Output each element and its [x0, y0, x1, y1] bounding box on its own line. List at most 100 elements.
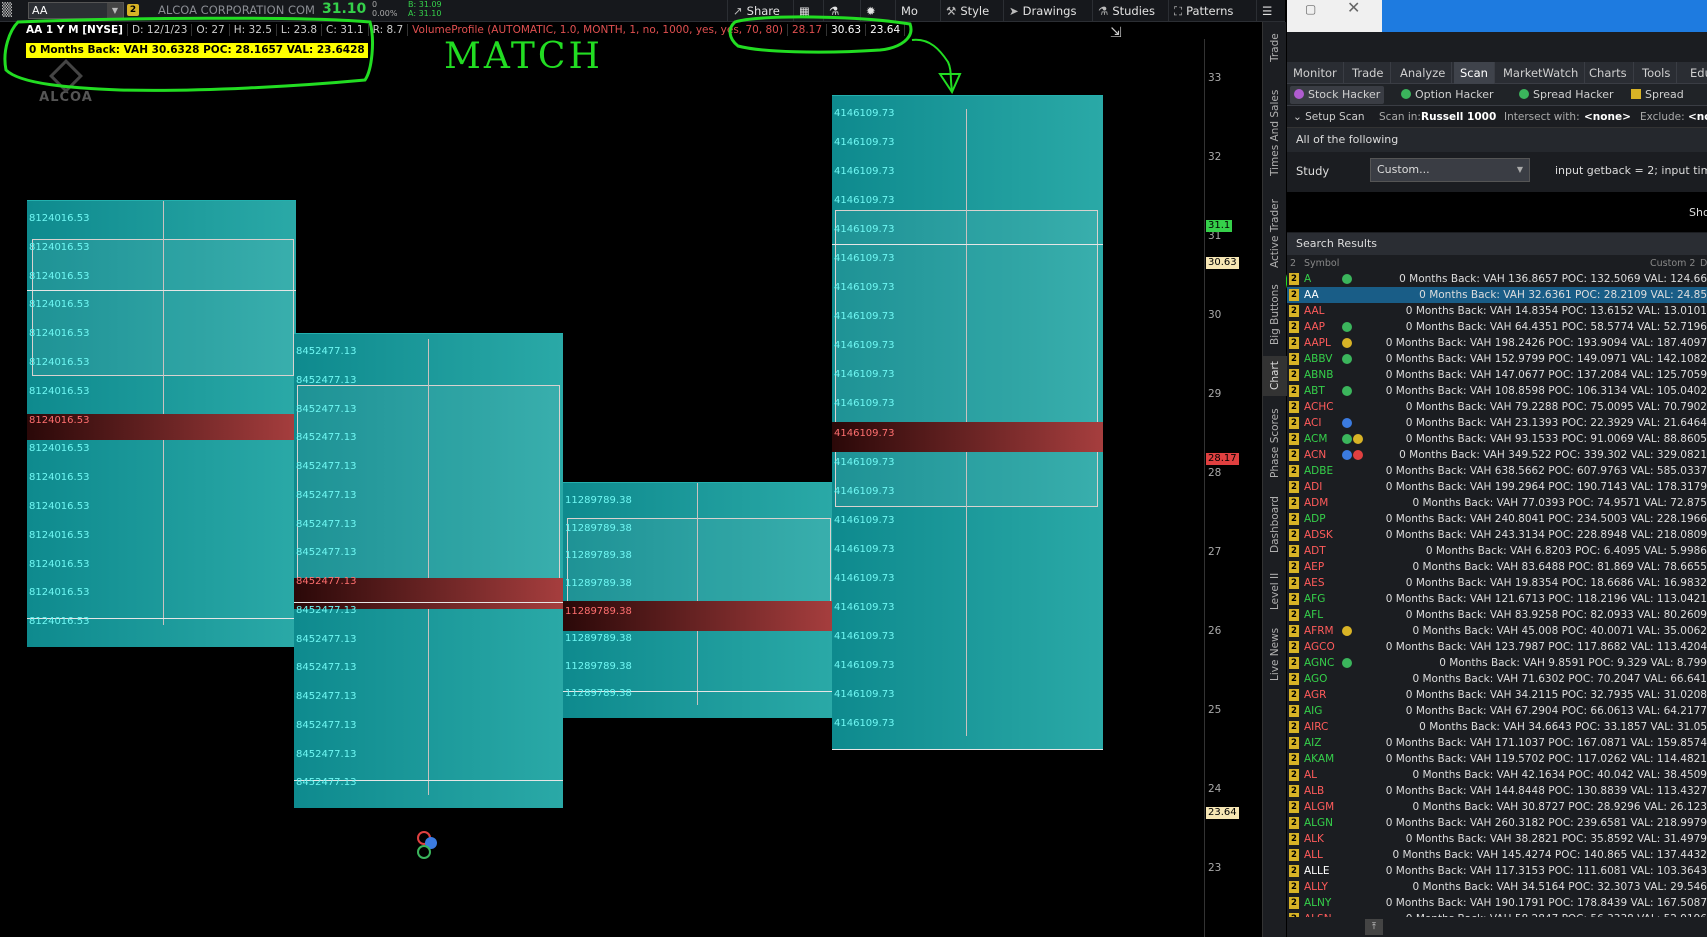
result-symbol[interactable]: ACM [1304, 431, 1327, 447]
result-row[interactable]: 2 AAPL 0 Months Back: VAH 198.2426 POC: 19… [1287, 335, 1707, 351]
result-row[interactable]: 2 ALB 0 Months Back: VAH 144.8448 POC: 130… [1287, 783, 1707, 799]
link-badge[interactable]: 2 [1289, 625, 1299, 637]
result-symbol[interactable]: ALLE [1304, 863, 1330, 879]
result-symbol[interactable]: AES [1304, 575, 1324, 591]
link-badge[interactable]: 2 [1289, 753, 1299, 765]
result-symbol[interactable]: ACI [1304, 415, 1321, 431]
result-symbol[interactable]: AIZ [1304, 735, 1321, 751]
scroll-top-icon[interactable]: ⤒ [1365, 919, 1383, 935]
result-row[interactable]: 2 AKAM 0 Months Back: VAH 119.5702 POC: 11… [1287, 751, 1707, 767]
result-row[interactable]: 2 ADBE 0 Months Back: VAH 638.5662 POC: 60… [1287, 463, 1707, 479]
side-tab-trade[interactable]: Trade [1263, 28, 1287, 68]
result-row[interactable]: 2 AES 0 Months Back: VAH 19.8354 POC: 18.6… [1287, 575, 1707, 591]
link-badge[interactable]: 2 [1289, 337, 1299, 349]
result-row[interactable]: 2 AGO 0 Months Back: VAH 71.6302 POC: 70.2… [1287, 671, 1707, 687]
result-symbol[interactable]: ALGM [1304, 799, 1334, 815]
link-badge[interactable]: 2 [1289, 529, 1299, 541]
result-symbol[interactable]: ALLY [1304, 879, 1328, 895]
result-symbol[interactable]: ALNY [1304, 895, 1331, 911]
result-row[interactable]: 2 AEP 0 Months Back: VAH 83.6488 POC: 81.8… [1287, 559, 1707, 575]
setup-scan-button[interactable]: ⌄ Setup Scan [1293, 106, 1365, 128]
result-symbol[interactable]: ADBE [1304, 463, 1333, 479]
result-symbol[interactable]: AAPL [1304, 335, 1331, 351]
result-row[interactable]: 2 ABBV 0 Months Back: VAH 152.9799 POC: 14… [1287, 351, 1707, 367]
link-badge[interactable]: 2 [1289, 705, 1299, 717]
result-symbol[interactable]: ACN [1304, 447, 1326, 463]
result-row[interactable]: 2 ADSK 0 Months Back: VAH 243.3134 POC: 22… [1287, 527, 1707, 543]
result-row[interactable]: 2 ADT 0 Months Back: VAH 6.8203 POC: 6.409… [1287, 543, 1707, 559]
link-badge[interactable]: 2 [1289, 353, 1299, 365]
result-row[interactable]: 2 AFRM 0 Months Back: VAH 45.008 POC: 40.0… [1287, 623, 1707, 639]
result-row[interactable]: 2 AGCO 0 Months Back: VAH 123.7987 POC: 11… [1287, 639, 1707, 655]
link-badge[interactable]: 2 [1289, 817, 1299, 829]
result-row[interactable]: 2 ABNB 0 Months Back: VAH 147.0677 POC: 13… [1287, 367, 1707, 383]
result-row[interactable]: 2 AFL 0 Months Back: VAH 83.9258 POC: 82.0… [1287, 607, 1707, 623]
result-row[interactable]: 2 ACI 0 Months Back: VAH 23.1393 POC: 22.3… [1287, 415, 1707, 431]
result-symbol[interactable]: AAP [1304, 319, 1325, 335]
result-symbol[interactable]: A [1304, 271, 1311, 287]
result-row[interactable]: 2A 0 Months Back: VAH 136.8657 POC: 132.5… [1287, 271, 1707, 287]
result-symbol[interactable]: ALB [1304, 783, 1324, 799]
link-badge[interactable]: 2 [1289, 433, 1299, 445]
event-badge-icon[interactable] [1342, 418, 1352, 428]
option-hacker-tab[interactable]: Option Hacker [1397, 86, 1498, 104]
spread-book-tab[interactable]: Spread Boo [1627, 86, 1707, 119]
link-badge[interactable]: 2 [1289, 465, 1299, 477]
result-symbol[interactable]: AIG [1304, 703, 1322, 719]
link-badge[interactable]: 2 [1289, 385, 1299, 397]
result-row[interactable]: 2 ALLY 0 Months Back: VAH 34.5164 POC: 32.… [1287, 879, 1707, 895]
column-link[interactable]: 2 [1290, 257, 1296, 271]
link-badge[interactable]: 2 [1289, 689, 1299, 701]
link-badge[interactable]: 2 [1289, 561, 1299, 573]
side-tab-active-trader[interactable]: Active Trader [1263, 194, 1287, 274]
spread-hacker-tab[interactable]: Spread Hacker [1515, 86, 1618, 104]
link-badge[interactable]: 2 [1289, 577, 1299, 589]
result-symbol[interactable]: ALL [1304, 847, 1323, 863]
event-badge-icon[interactable] [1342, 386, 1352, 396]
result-symbol[interactable]: ACHC [1304, 399, 1334, 415]
intersect-select[interactable]: <none> [1584, 106, 1631, 128]
link-badge[interactable]: 2 [1289, 545, 1299, 557]
link-badge[interactable]: 2 [1289, 721, 1299, 733]
result-row[interactable]: 2 ACM 0 Months Back: VAH 93.1533 POC: 91.0… [1287, 431, 1707, 447]
result-row[interactable]: 2 AFG 0 Months Back: VAH 121.6713 POC: 118… [1287, 591, 1707, 607]
link-badge[interactable]: 2 [1289, 881, 1299, 893]
link-badge[interactable]: 2 [1289, 609, 1299, 621]
event-badge-icon[interactable] [1342, 322, 1352, 332]
event-badge-icon[interactable] [1342, 434, 1352, 444]
result-symbol[interactable]: AAL [1304, 303, 1325, 319]
result-symbol[interactable]: ABBV [1304, 351, 1332, 367]
result-symbol[interactable]: ADSK [1304, 527, 1333, 543]
link-badge[interactable]: 2 [1289, 321, 1299, 333]
link-badge[interactable]: 2 [1289, 641, 1299, 653]
result-row[interactable]: 2 AGNC 0 Months Back: VAH 9.8591 POC: 9.32… [1287, 655, 1707, 671]
link-badge[interactable]: 2 [1289, 481, 1299, 493]
link-badge[interactable]: 2 [1289, 673, 1299, 685]
link-badge[interactable]: 2 [1289, 897, 1299, 909]
result-row[interactable]: 2 ACN 0 Months Back: VAH 349.522 POC: 339.… [1287, 447, 1707, 463]
result-symbol[interactable]: ADM [1304, 495, 1328, 511]
result-symbol[interactable]: ABNB [1304, 367, 1333, 383]
result-symbol[interactable]: AFRM [1304, 623, 1334, 639]
result-symbol[interactable]: AL [1304, 767, 1317, 783]
menu-scan[interactable]: Scan [1454, 62, 1495, 84]
result-row[interactable]: 2 ALGN 0 Months Back: VAH 260.3182 POC: 23… [1287, 815, 1707, 831]
link-badge[interactable]: 2 [1289, 449, 1299, 461]
price-axis[interactable]: 33 32 31 30 29 28 27 26 25 24 23 31.1 30… [1204, 39, 1260, 937]
result-symbol[interactable]: AGR [1304, 687, 1326, 703]
horizontal-scrollbar[interactable] [1287, 917, 1707, 937]
link-badge[interactable]: 2 [1289, 769, 1299, 781]
link-badge[interactable]: 2 [1289, 417, 1299, 429]
result-symbol[interactable]: ADT [1304, 543, 1326, 559]
result-row[interactable]: 2 AIG 0 Months Back: VAH 67.2904 POC: 66.0… [1287, 703, 1707, 719]
side-tab-times-and-sales[interactable]: Times And Sales [1263, 78, 1287, 188]
side-tab-level-ii[interactable]: Level II [1263, 566, 1287, 616]
event-badge-icon[interactable] [1342, 354, 1352, 364]
link-badge[interactable]: 2 [1289, 401, 1299, 413]
result-symbol[interactable]: AGO [1304, 671, 1327, 687]
result-symbol[interactable]: AFG [1304, 591, 1325, 607]
menu-charts[interactable]: Charts [1583, 62, 1634, 84]
menu-trade[interactable]: Trade [1346, 62, 1391, 84]
column-symbol[interactable]: Symbol [1304, 257, 1339, 271]
study-select[interactable]: Custom... ▼ [1370, 158, 1530, 182]
